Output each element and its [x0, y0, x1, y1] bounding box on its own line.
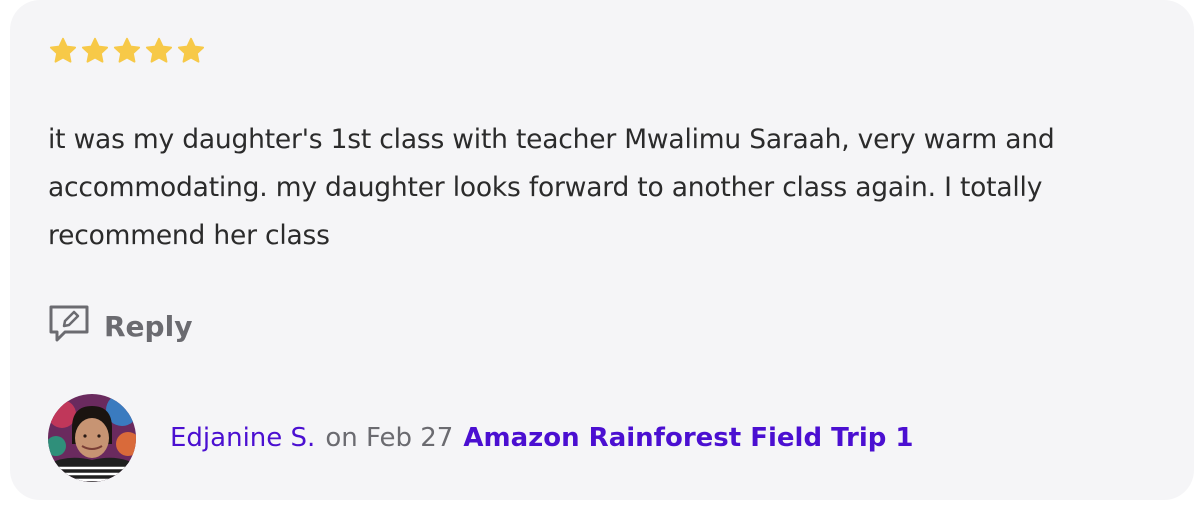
class-title-link[interactable]: Amazon Rainforest Field Trip 1 [463, 423, 913, 453]
author-name-link[interactable]: Edjanine S. [170, 423, 315, 453]
review-text: it was my daughter's 1st class with teac… [48, 124, 1055, 251]
star-icon [144, 36, 174, 66]
star-icon [48, 36, 78, 66]
star-icon [80, 36, 110, 66]
review-card: it was my daughter's 1st class with teac… [10, 0, 1194, 500]
review-date: on Feb 27 [325, 423, 454, 453]
review-meta: Edjanine S. on Feb 27 Amazon Rainforest … [170, 423, 914, 453]
star-rating [48, 36, 206, 66]
reply-label: Reply [104, 309, 193, 343]
reviewer-info: Edjanine S. on Feb 27 Amazon Rainforest … [48, 394, 914, 482]
reply-button[interactable]: Reply [48, 304, 192, 348]
reply-chat-icon [48, 304, 90, 348]
star-icon [176, 36, 206, 66]
avatar[interactable] [48, 394, 136, 482]
star-icon [112, 36, 142, 66]
